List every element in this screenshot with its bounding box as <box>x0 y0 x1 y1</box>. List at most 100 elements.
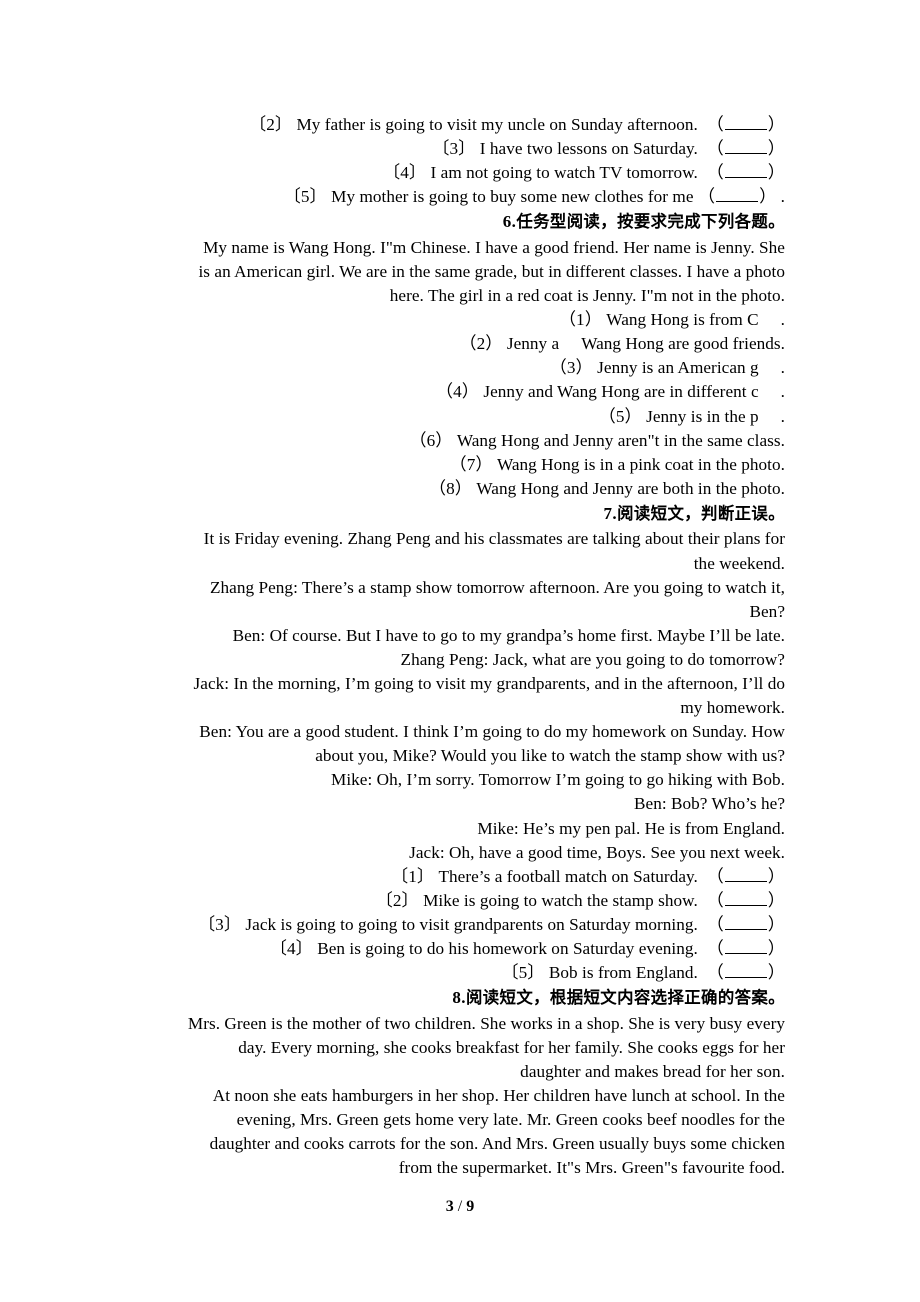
item-text: Ben is going to do his homework on Satur… <box>317 939 698 958</box>
footer-total-pages: 9 <box>466 1198 475 1215</box>
item-marker: （4） <box>435 382 479 402</box>
answer-paren-open: （ <box>706 115 724 134</box>
section-8-passage: Mrs. Green is the mother of two children… <box>135 1012 785 1181</box>
answer-blank[interactable] <box>716 187 759 203</box>
list-item: （2） Jenny a Wang Hong are good friends. <box>135 332 785 356</box>
item-marker: （1） <box>558 310 602 330</box>
item-text: Jenny a <box>506 334 560 354</box>
item-text: Wang Hong is from C <box>606 310 759 330</box>
item-text: There’s a football match on Saturday. <box>438 866 698 886</box>
answer-blank[interactable] <box>724 915 767 930</box>
section-7-heading: 7.阅读短文，判断正误。 <box>135 501 785 528</box>
dialogue-line: Ben: You are a good student. I think I’m… <box>199 722 785 742</box>
answer-paren-close: ） <box>767 939 785 958</box>
passage-line: Mrs. Green is the mother of two children… <box>187 1013 785 1033</box>
item-marker: 〔2〕 <box>375 890 419 910</box>
answer-paren-close: ） <box>767 914 785 934</box>
answer-blank[interactable] <box>724 115 767 130</box>
dialogue-line: Zhang Peng: Jack, what are you going to … <box>400 649 785 669</box>
list-item: （3） Jenny is an American g. <box>135 356 785 380</box>
answer-paren-open: （ <box>706 914 724 934</box>
list-item: 〔4〕 Ben is going to do his homework on S… <box>135 937 785 961</box>
item-marker: （2） <box>459 334 503 354</box>
dialogue-line: my homework. <box>680 698 785 718</box>
section-8-heading: 8.阅读短文，根据短文内容选择正确的答案。 <box>135 985 785 1012</box>
passage-line: here. The girl in a red coat is Jenny. I… <box>389 286 785 306</box>
item-marker: 〔3〕 <box>197 914 242 934</box>
item-text: Bob is from England. <box>548 963 698 983</box>
item-text: Mike is going to watch the stamp show. <box>423 890 698 910</box>
section5-items: 〔2〕 My father is going to visit my uncle… <box>135 113 785 209</box>
item-text: Wang Hong is in a pink coat in the photo… <box>496 454 785 474</box>
answer-paren-open: （ <box>706 939 724 958</box>
item-marker: （5） <box>598 406 642 426</box>
passage-line: the weekend. <box>693 553 785 573</box>
section-7-dialogue: Zhang Peng: There’s a stamp show tomorro… <box>135 576 785 865</box>
document-page: 〔2〕 My father is going to visit my uncle… <box>0 0 920 1302</box>
answer-blank[interactable] <box>724 939 767 954</box>
passage-line: daughter and cooks carrots for the son. … <box>209 1134 785 1154</box>
page-footer: 3 / 9 <box>0 1198 920 1216</box>
item-text: Wang Hong and Jenny are both in the phot… <box>476 478 785 498</box>
item-text: Jack is going to going to visit grandpar… <box>245 914 698 934</box>
section-7-number: 7. <box>603 503 618 523</box>
item-marker: 〔2〕 <box>248 115 293 134</box>
item-trailing: . <box>780 187 785 207</box>
item-text: Jenny is an American g <box>597 358 759 378</box>
section-6-heading: 6.任务型阅读，按要求完成下列各题。 <box>135 209 785 236</box>
dialogue-line: Mike: He’s my pen pal. He is from Englan… <box>477 818 785 838</box>
answer-blank[interactable] <box>724 963 767 979</box>
list-item: 〔5〕 Bob is from England. （ ） <box>135 961 785 985</box>
section-7-items: 〔1〕 There’s a football match on Saturday… <box>135 865 785 985</box>
item-trailing: . <box>780 406 785 426</box>
answer-paren-close: ） <box>767 890 785 910</box>
passage-line: is an American girl. We are in the same … <box>198 261 785 281</box>
answer-blank[interactable] <box>724 891 767 906</box>
answer-blank[interactable] <box>724 867 767 882</box>
list-item: 〔5〕 My mother is going to buy some new c… <box>135 185 785 209</box>
list-item: 〔2〕 My father is going to visit my uncle… <box>135 113 785 137</box>
item-text-cont: Wang Hong are good friends. <box>581 334 785 354</box>
passage-line: evening, Mrs. Green gets home very late.… <box>236 1110 785 1130</box>
item-marker: 〔1〕 <box>390 866 435 886</box>
item-text: My mother is going to buy some new cloth… <box>331 187 694 207</box>
item-text: Jenny is in the p <box>646 406 759 426</box>
item-text: Jenny and Wang Hong are in different c <box>483 382 759 402</box>
answer-paren-open: （ <box>697 187 716 207</box>
item-marker: （6） <box>409 430 453 450</box>
item-marker: 〔5〕 <box>283 187 327 207</box>
passage-line: It is Friday evening. Zhang Peng and his… <box>203 529 785 549</box>
list-item: （5） Jenny is in the p. <box>135 405 785 429</box>
section-6-questions: （1） Wang Hong is from C. （2） Jenny a Wang… <box>135 308 785 501</box>
list-item: 〔3〕 I have two lessons on Saturday. （ ） <box>135 137 785 161</box>
dialogue-line: Mike: Oh, I’m sorry. Tomorrow I’m going … <box>331 770 785 790</box>
list-item: （1） Wang Hong is from C. <box>135 308 785 332</box>
item-marker: 〔4〕 <box>269 939 313 958</box>
footer-current-page: 3 <box>445 1198 454 1215</box>
section-7-intro: It is Friday evening. Zhang Peng and his… <box>135 527 785 575</box>
answer-blank[interactable] <box>724 139 767 155</box>
answer-paren-open: （ <box>706 139 724 159</box>
answer-blank[interactable] <box>724 163 767 179</box>
dialogue-line: Ben: Of course. But I have to go to my g… <box>232 625 785 645</box>
answer-paren-open: （ <box>706 963 724 983</box>
answer-paren-close: ） <box>759 187 777 207</box>
answer-paren-open: （ <box>706 163 724 183</box>
item-trailing: . <box>780 310 785 330</box>
answer-paren-close: ） <box>767 115 785 134</box>
list-item: 〔2〕 Mike is going to watch the stamp sho… <box>135 889 785 913</box>
answer-paren-close: ） <box>767 139 785 159</box>
answer-paren-open: （ <box>706 890 724 910</box>
answer-paren-open: （ <box>706 866 724 886</box>
dialogue-line: about you, Mike? Would you like to watch… <box>315 746 785 766</box>
answer-paren-close: ） <box>767 163 785 183</box>
dialogue-line: Jack: In the morning, I’m going to visit… <box>193 673 785 693</box>
item-marker: （3） <box>549 358 593 378</box>
item-text: Wang Hong and Jenny aren"t in the same c… <box>456 430 785 450</box>
list-item: 〔4〕 I am not going to watch TV tomorrow.… <box>135 161 785 185</box>
page-body: 〔2〕 My father is going to visit my uncle… <box>135 113 785 1180</box>
passage-line: My name is Wang Hong. I"m Chinese. I hav… <box>203 237 785 257</box>
item-text: I have two lessons on Saturday. <box>479 139 698 159</box>
item-marker: 〔3〕 <box>432 139 476 159</box>
answer-paren-close: ） <box>767 866 785 886</box>
